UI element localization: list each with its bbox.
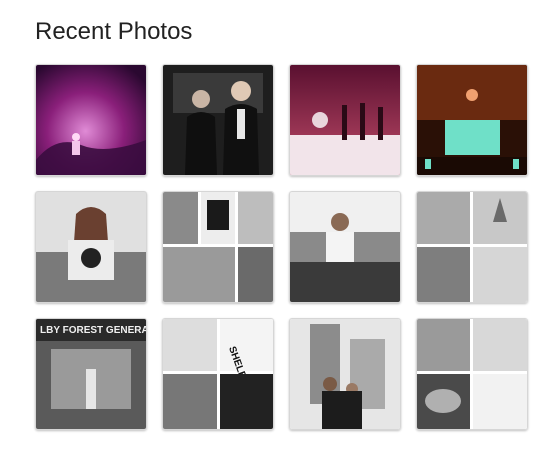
photo-thumb-2[interactable] bbox=[162, 64, 274, 176]
photo-image: SHELBY FO bbox=[163, 319, 273, 429]
photo-thumb-12[interactable] bbox=[416, 318, 528, 430]
photo-thumb-7[interactable] bbox=[289, 191, 401, 303]
photo-thumb-4[interactable] bbox=[416, 64, 528, 176]
photo-image bbox=[417, 192, 527, 302]
photo-thumb-5[interactable] bbox=[35, 191, 147, 303]
photo-thumb-8[interactable] bbox=[416, 191, 528, 303]
photo-thumb-1[interactable] bbox=[35, 64, 147, 176]
photo-thumb-3[interactable] bbox=[289, 64, 401, 176]
photo-image bbox=[290, 319, 400, 429]
photo-image bbox=[36, 65, 146, 175]
photo-thumb-11[interactable] bbox=[289, 318, 401, 430]
photo-thumb-6[interactable] bbox=[162, 191, 274, 303]
photo-image bbox=[290, 65, 400, 175]
photo-thumb-10[interactable]: SHELBY FO bbox=[162, 318, 274, 430]
photo-image bbox=[290, 192, 400, 302]
photo-image bbox=[163, 192, 273, 302]
photo-image bbox=[36, 192, 146, 302]
storefront-sign: LBY FOREST GENERAL bbox=[40, 325, 146, 336]
photo-image: LBY FOREST GENERAL bbox=[36, 319, 146, 429]
photo-image bbox=[417, 319, 527, 429]
photo-image bbox=[163, 65, 273, 175]
photo-thumb-9[interactable]: LBY FOREST GENERAL bbox=[35, 318, 147, 430]
recent-photos-page: Recent Photos LBY FOREST GENERAL SHELBY … bbox=[0, 0, 560, 455]
photo-grid: LBY FOREST GENERAL SHELBY FO bbox=[35, 64, 528, 430]
section-title: Recent Photos bbox=[35, 18, 193, 45]
photo-image bbox=[417, 65, 527, 175]
